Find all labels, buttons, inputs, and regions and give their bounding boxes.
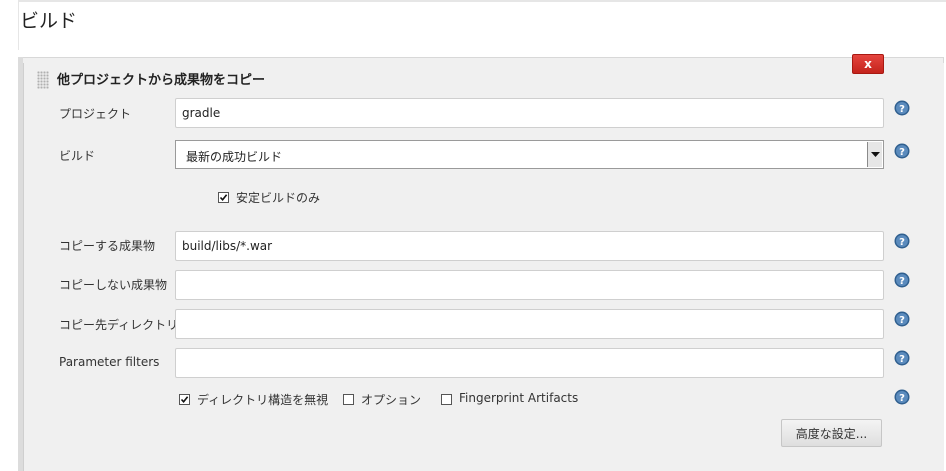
optional-label: オプション [361,393,422,407]
stable-only-label: 安定ビルドのみ [236,191,321,205]
artifacts-not-to-copy-label: コピーしない成果物 [59,278,168,292]
svg-text:?: ? [899,237,905,248]
target-directory-label: コピー先ディレクトリ [59,318,179,332]
project-label: プロジェクト [59,107,132,121]
drag-handle-icon[interactable] [37,71,49,89]
build-label: ビルド [59,149,96,163]
chevron-down-icon[interactable] [867,142,882,167]
help-icon[interactable]: ? [894,350,910,366]
svg-text:?: ? [899,393,905,404]
help-icon[interactable]: ? [894,233,910,249]
svg-text:?: ? [899,276,905,287]
help-icon[interactable]: ? [894,143,910,159]
stable-only-checkbox[interactable] [218,192,229,203]
flatten-label: ディレクトリ構造を無視 [197,393,329,407]
fingerprint-label: Fingerprint Artifacts [459,391,579,405]
help-icon[interactable]: ? [894,311,910,327]
optional-checkbox[interactable] [343,394,354,405]
artifacts-not-to-copy-input[interactable] [175,270,884,300]
section-title: ビルド [20,10,78,32]
left-divider [18,0,19,50]
advanced-button[interactable]: 高度な設定... [781,419,882,447]
artifacts-to-copy-label: コピーする成果物 [59,239,156,253]
svg-text:?: ? [899,147,905,158]
step-title: 他プロジェクトから成果物をコピー [57,73,266,88]
project-input[interactable]: gradle [175,98,884,128]
parameter-filters-label: Parameter filters [59,355,160,369]
svg-text:?: ? [899,315,905,326]
artifacts-to-copy-input[interactable]: build/libs/*.war [175,231,884,261]
build-select[interactable]: 最新の成功ビルド [175,140,884,169]
parameter-filters-input[interactable] [175,348,884,378]
flatten-checkbox[interactable] [179,394,190,405]
help-icon[interactable]: ? [894,272,910,288]
fingerprint-checkbox[interactable] [441,394,452,405]
svg-text:?: ? [899,354,905,365]
svg-text:?: ? [899,104,905,115]
build-select-value: 最新の成功ビルド [186,150,283,164]
help-icon[interactable]: ? [894,100,910,116]
help-icon[interactable]: ? [894,389,910,405]
target-directory-input[interactable] [175,309,884,339]
top-divider [18,0,946,2]
delete-step-button[interactable]: x [852,54,884,74]
